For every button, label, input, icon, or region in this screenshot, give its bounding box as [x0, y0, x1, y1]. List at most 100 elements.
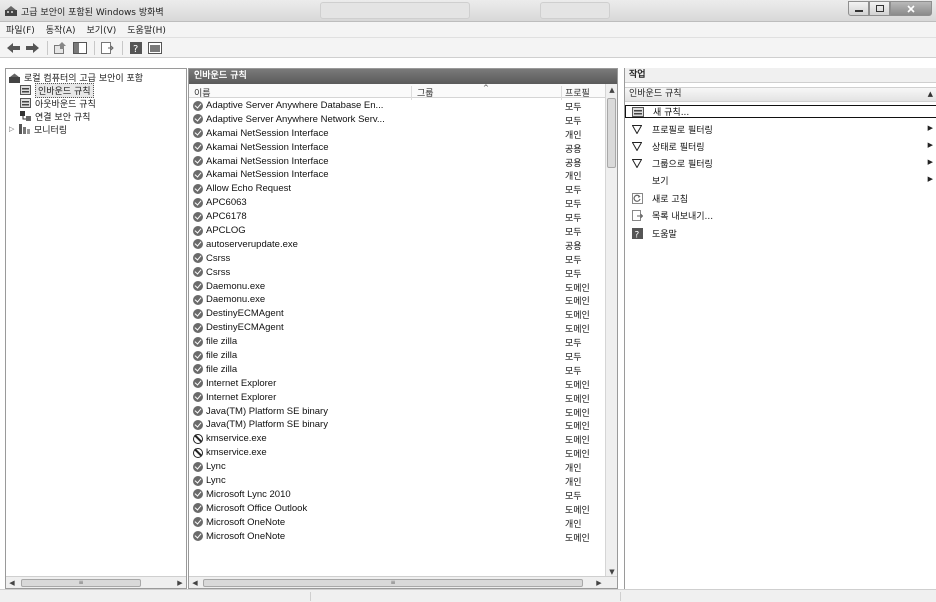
- table-row[interactable]: Akamai NetSession Interface 공용: [189, 155, 607, 169]
- help-button[interactable]: ?: [127, 40, 144, 55]
- rule-name-cell: Microsoft OneNote: [193, 531, 285, 542]
- table-row[interactable]: Akamai NetSession Interface 개인: [189, 127, 607, 141]
- table-row[interactable]: autoserverupdate.exe 공용: [189, 238, 607, 252]
- rule-profile-cell: 모두: [565, 116, 582, 127]
- up-icon: [54, 41, 66, 54]
- table-row[interactable]: Java(TM) Platform SE binary 도메인: [189, 418, 607, 432]
- table-row[interactable]: Daemonu.exe 도메인: [189, 280, 607, 294]
- column-separator[interactable]: [561, 86, 562, 100]
- rule-name-cell: DestinyECMAgent: [193, 322, 284, 333]
- action-new-rule[interactable]: 새 규칙...: [625, 105, 936, 118]
- menu-help[interactable]: 도움말(H): [127, 23, 166, 36]
- show-hide-tree-button[interactable]: [71, 40, 88, 55]
- rule-name: Microsoft OneNote: [206, 530, 286, 542]
- action-help[interactable]: ? 도움말: [625, 227, 936, 240]
- collapse-caret-icon[interactable]: ▲: [928, 88, 933, 101]
- menu-action[interactable]: 동작(A): [46, 23, 76, 36]
- rule-name: autoserverupdate.exe: [206, 238, 298, 250]
- rules-horizontal-scrollbar[interactable]: ◀ ≡ ▶: [189, 576, 617, 588]
- up-button[interactable]: [52, 40, 69, 55]
- table-row[interactable]: Adaptive Server Anywhere Database En... 모…: [189, 99, 607, 113]
- rule-profile-cell: 모두: [565, 353, 582, 364]
- table-row[interactable]: APCLOG 모두: [189, 224, 607, 238]
- action-label: 프로필로 필터링: [652, 126, 713, 136]
- table-row[interactable]: kmservice.exe 도메인: [189, 446, 607, 460]
- table-row[interactable]: APC6178 모두: [189, 210, 607, 224]
- minimize-button[interactable]: [848, 1, 869, 16]
- expand-arrow-icon[interactable]: ▷: [9, 125, 17, 133]
- tree-item-connection-security[interactable]: 연결 보안 규칙: [20, 110, 91, 123]
- rule-name: Daemonu.exe: [206, 294, 266, 306]
- table-row[interactable]: Microsoft OneNote 개인: [189, 516, 607, 530]
- back-button[interactable]: [5, 40, 22, 55]
- tree-horizontal-scrollbar[interactable]: ◀ ≡ ▶: [6, 576, 186, 588]
- action-export-list[interactable]: 목록 내보내기...: [625, 209, 936, 222]
- table-row[interactable]: Akamai NetSession Interface 개인: [189, 168, 607, 182]
- scroll-left-arrow-icon[interactable]: ◀: [190, 578, 200, 588]
- allow-rule-icon: [193, 142, 203, 153]
- table-row[interactable]: Internet Explorer 도메인: [189, 377, 607, 391]
- rule-name-cell: Allow Echo Request: [193, 183, 291, 194]
- forward-button[interactable]: [24, 40, 41, 55]
- allow-rule-icon: [193, 392, 203, 403]
- rule-name: Akamai NetSession Interface: [206, 169, 329, 181]
- table-row[interactable]: file zilla 모두: [189, 335, 607, 349]
- action-filter-by-group[interactable]: 그룹으로 필터링 ▶: [625, 157, 936, 170]
- menu-file[interactable]: 파일(F): [6, 23, 35, 36]
- tree-item-inbound-rules[interactable]: 인바운드 규칙: [20, 82, 94, 98]
- export-button[interactable]: [99, 40, 116, 55]
- menu-view[interactable]: 보기(V): [87, 23, 117, 36]
- table-row[interactable]: Lync 개인: [189, 460, 607, 474]
- allow-rule-icon: [193, 378, 203, 389]
- action-refresh[interactable]: 새로 고침: [625, 192, 936, 205]
- table-row[interactable]: Akamai NetSession Interface 공용: [189, 141, 607, 155]
- table-row[interactable]: Lync 개인: [189, 474, 607, 488]
- scrollbar-thumb[interactable]: ≡: [203, 579, 583, 587]
- table-row[interactable]: Csrss 모두: [189, 252, 607, 266]
- column-header-group[interactable]: 그룹: [417, 86, 434, 99]
- scroll-up-arrow-icon[interactable]: ▲: [607, 85, 617, 95]
- rule-profile-cell: 도메인: [565, 325, 590, 336]
- column-header-profile[interactable]: 프로필: [565, 86, 590, 99]
- rule-profile-cell: 개인: [565, 464, 582, 475]
- console-button[interactable]: [146, 40, 163, 55]
- table-row[interactable]: Daemonu.exe 도메인: [189, 293, 607, 307]
- maximize-button[interactable]: [869, 1, 890, 16]
- action-filter-by-state[interactable]: 상태로 필터링 ▶: [625, 140, 936, 153]
- column-header-name[interactable]: 이름: [194, 86, 211, 99]
- actions-section-header[interactable]: 인바운드 규칙 ▲: [625, 87, 936, 102]
- scrollbar-thumb[interactable]: ≡: [21, 579, 141, 587]
- tree-item-label: 연결 보안 규칙: [35, 112, 91, 123]
- scrollbar-thumb[interactable]: [607, 98, 616, 168]
- table-row[interactable]: kmservice.exe 도메인: [189, 432, 607, 446]
- allow-rule-icon: [193, 267, 203, 278]
- table-row[interactable]: Java(TM) Platform SE binary 도메인: [189, 405, 607, 419]
- table-row[interactable]: Csrss 모두: [189, 266, 607, 280]
- action-view[interactable]: 보기 ▶: [625, 174, 936, 187]
- table-row[interactable]: file zilla 모두: [189, 363, 607, 377]
- table-row[interactable]: APC6063 모두: [189, 196, 607, 210]
- rule-name: Akamai NetSession Interface: [206, 127, 329, 139]
- table-row[interactable]: Allow Echo Request 모두: [189, 182, 607, 196]
- table-row[interactable]: Microsoft Office Outlook 도메인: [189, 502, 607, 516]
- rule-profile-cell: 모두: [565, 103, 582, 113]
- tree-item-outbound-rules[interactable]: 아웃바운드 규칙: [20, 97, 96, 110]
- scroll-right-arrow-icon[interactable]: ▶: [594, 578, 604, 588]
- scroll-left-arrow-icon[interactable]: ◀: [7, 578, 17, 588]
- rules-vertical-scrollbar[interactable]: ▲ ▼: [605, 84, 617, 578]
- table-row[interactable]: Microsoft OneNote 도메인: [189, 530, 607, 544]
- table-row[interactable]: file zilla 모두: [189, 349, 607, 363]
- tree-item-label: 모니터링: [34, 125, 68, 136]
- action-filter-by-profile[interactable]: 프로필로 필터링 ▶: [625, 123, 936, 136]
- close-button[interactable]: [890, 1, 932, 16]
- table-row[interactable]: DestinyECMAgent 도메인: [189, 321, 607, 335]
- table-row[interactable]: Internet Explorer 도메인: [189, 391, 607, 405]
- rule-name-cell: file zilla: [193, 364, 237, 375]
- table-row[interactable]: Microsoft Lync 2010 모두: [189, 488, 607, 502]
- rule-profile-cell: 모두: [565, 255, 582, 266]
- tree-item-monitoring[interactable]: ▷ 모니터링: [9, 123, 68, 136]
- column-separator[interactable]: [411, 86, 412, 100]
- table-row[interactable]: DestinyECMAgent 도메인: [189, 307, 607, 321]
- table-row[interactable]: Adaptive Server Anywhere Network Serv...…: [189, 113, 607, 127]
- scroll-right-arrow-icon[interactable]: ▶: [175, 578, 185, 588]
